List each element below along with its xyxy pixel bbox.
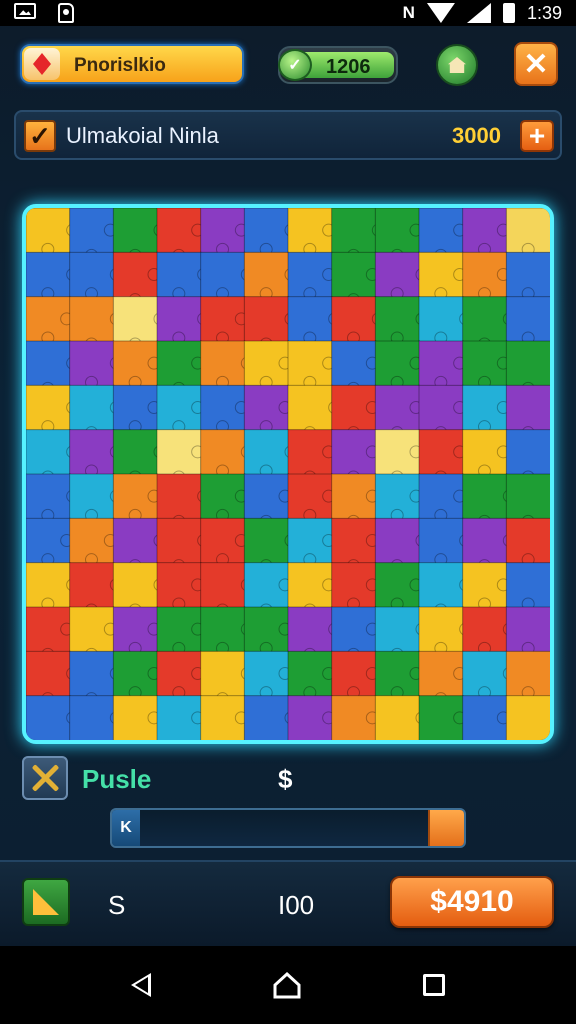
puzzle-piece[interactable] (505, 429, 550, 476)
buy-button[interactable]: $4910 (390, 876, 554, 928)
currency-symbol: $ (278, 764, 293, 794)
puzzle-piece[interactable] (69, 384, 115, 431)
footer-count: I00 (278, 890, 315, 920)
home-button[interactable] (436, 44, 478, 86)
puzzle-piece[interactable] (374, 606, 421, 653)
puzzle-piece[interactable] (69, 562, 115, 608)
title-pill: Pnorislkio (20, 44, 244, 84)
status-time: 1:39 (526, 2, 562, 23)
home-nav-icon[interactable] (273, 971, 301, 999)
puzzle-piece[interactable] (505, 340, 550, 387)
home-icon (448, 57, 466, 73)
puzzle-piece[interactable] (418, 562, 464, 608)
puzzle-piece[interactable] (243, 695, 289, 740)
puzzle-piece[interactable] (505, 384, 550, 431)
puzzle-piece[interactable] (462, 517, 508, 564)
add-coins-button[interactable]: + (520, 120, 554, 152)
puzzle-piece[interactable] (462, 296, 508, 342)
battery-icon (502, 3, 515, 23)
progress-start: K (112, 810, 140, 846)
puzzle-piece[interactable] (287, 384, 333, 431)
puzzle-piece[interactable] (374, 517, 421, 564)
puzzle-label: Pusle (82, 764, 152, 794)
puzzle-piece[interactable] (112, 517, 159, 564)
gem-icon (24, 48, 60, 80)
puzzle-piece[interactable] (243, 517, 289, 564)
puzzle-piece[interactable] (200, 562, 246, 608)
coin-counter: ✓ 1206 (278, 46, 398, 84)
close-button[interactable]: ✕ (514, 42, 558, 86)
swords-icon (30, 763, 60, 793)
puzzle-piece[interactable] (374, 695, 421, 740)
puzzle-board[interactable] (22, 204, 554, 744)
close-icon: ✕ (523, 47, 549, 81)
puzzle-piece[interactable] (505, 695, 550, 740)
puzzle-piece[interactable] (112, 296, 159, 342)
game-title: Pnorislkio (74, 55, 166, 76)
puzzle-piece[interactable] (243, 296, 289, 342)
sd-card-icon (58, 3, 74, 23)
image-icon (14, 3, 36, 19)
puzzle-piece[interactable] (331, 208, 377, 254)
puzzle-piece[interactable] (287, 606, 333, 653)
hint-icon (33, 889, 59, 915)
level-coins: 3000 (452, 123, 501, 148)
puzzle-piece[interactable] (26, 429, 71, 476)
signal-icon (466, 3, 491, 23)
puzzle-grid[interactable] (26, 208, 550, 740)
top-bar: Pnorislkio ✓ 1206 ✕ (0, 30, 576, 100)
progress-slider[interactable]: K (110, 808, 466, 848)
status-bar: N 1:39 (0, 0, 576, 26)
puzzle-piece[interactable] (112, 208, 159, 254)
hint-button[interactable] (22, 878, 70, 926)
nfc-icon: N (402, 3, 415, 22)
level-bar: ✓ Ulmakoial Ninla 3000 + (14, 110, 562, 160)
puzzle-piece[interactable] (156, 473, 202, 520)
puzzle-piece[interactable] (112, 562, 159, 608)
progress-handle[interactable] (428, 810, 464, 846)
footer-s-label: S (108, 890, 126, 920)
footer-bar: S I00 $4910 (0, 860, 576, 946)
level-name: Ulmakoial Ninla (66, 123, 219, 148)
shuffle-button[interactable] (22, 756, 68, 800)
check-icon: ✓ (29, 120, 51, 151)
puzzle-piece[interactable] (505, 473, 550, 520)
system-nav-bar (0, 946, 576, 1024)
recent-apps-icon[interactable] (423, 974, 445, 996)
puzzle-piece[interactable] (112, 429, 159, 476)
coin-count: 1206 (326, 56, 371, 78)
puzzle-piece[interactable] (69, 695, 115, 740)
puzzle-piece[interactable] (69, 296, 115, 342)
puzzle-piece[interactable] (26, 650, 71, 697)
puzzle-piece[interactable] (69, 650, 115, 697)
level-checkbox[interactable]: ✓ (24, 120, 56, 152)
coin-icon: ✓ (278, 49, 312, 81)
puzzle-piece[interactable] (462, 473, 508, 520)
plus-icon: + (528, 120, 546, 151)
puzzle-piece[interactable] (156, 517, 202, 564)
wifi-icon (426, 3, 455, 23)
back-icon[interactable] (131, 973, 151, 997)
puzzle-piece[interactable] (26, 695, 71, 740)
puzzle-piece[interactable] (200, 650, 246, 697)
puzzle-piece[interactable] (26, 340, 71, 387)
